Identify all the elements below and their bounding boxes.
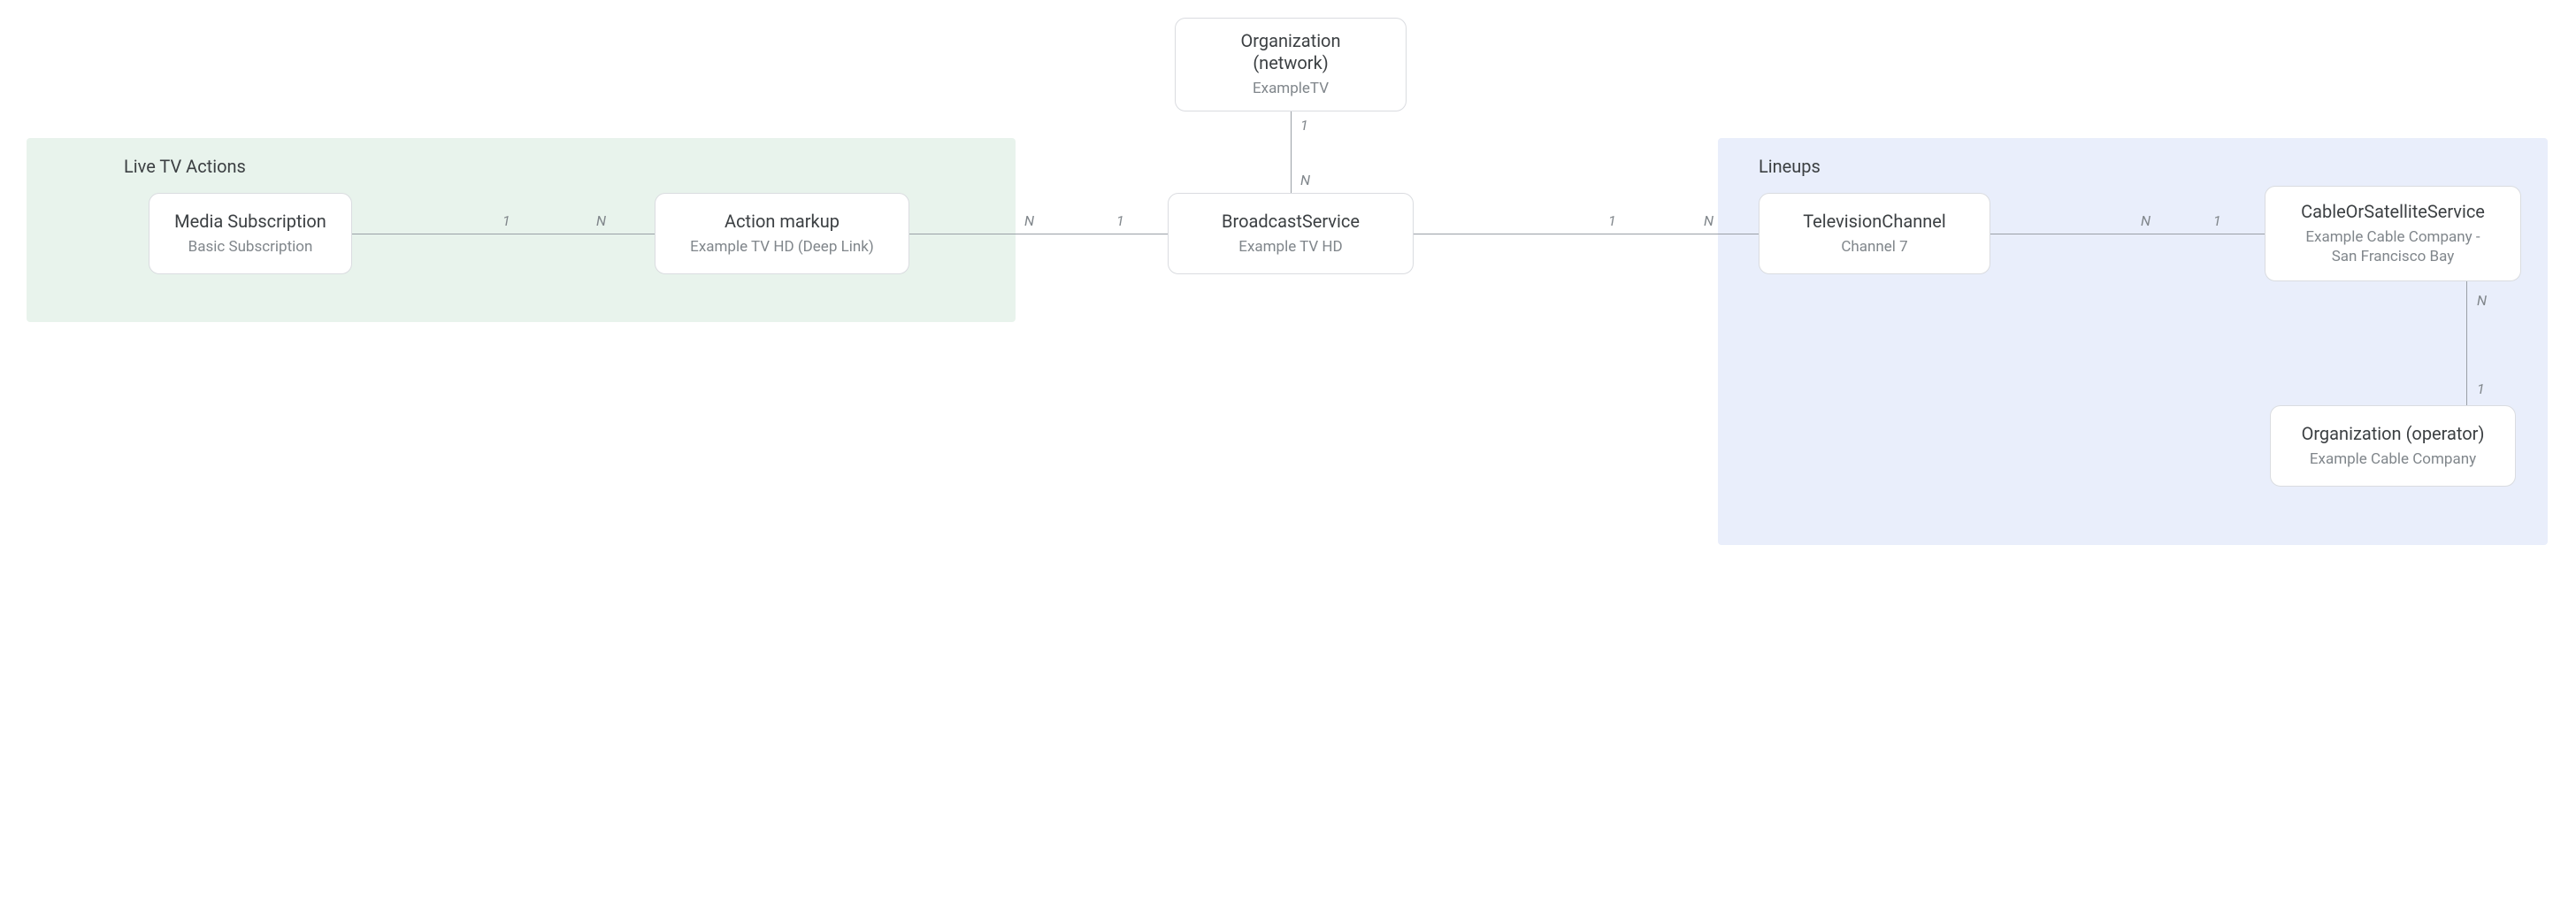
group-label-live-tv-actions: Live TV Actions — [124, 156, 246, 177]
node-subtitle: Basic Subscription — [188, 238, 313, 257]
node-cable-or-satellite-service: CableOrSatelliteService Example Cable Co… — [2265, 186, 2521, 281]
node-title: Organization (operator) — [2302, 423, 2485, 445]
cardinality-label: N — [1704, 212, 1714, 229]
edge-org-to-broadcast — [1291, 111, 1292, 193]
cardinality-label: 1 — [2213, 212, 2221, 229]
node-subtitle: ExampleTV — [1253, 80, 1329, 98]
node-subtitle: Example TV HD (Deep Link) — [690, 238, 874, 257]
edge-cable-to-operator — [2466, 281, 2467, 405]
node-title: TelevisionChannel — [1803, 211, 1946, 233]
cardinality-label: N — [2141, 212, 2150, 229]
node-subtitle: Example Cable Company — [2310, 450, 2476, 469]
node-organization-operator: Organization (operator) Example Cable Co… — [2270, 405, 2516, 487]
node-title: CableOrSatelliteService — [2301, 201, 2485, 223]
cardinality-label: N — [596, 212, 606, 229]
cardinality-label: 1 — [1116, 212, 1124, 229]
node-title: Action markup — [724, 211, 840, 233]
node-title: Organization (network) — [1240, 30, 1340, 74]
cardinality-label: 1 — [2477, 380, 2485, 397]
diagram-canvas: Live TV Actions Lineups Organization (ne… — [0, 0, 2576, 906]
cardinality-label: 1 — [1300, 117, 1308, 134]
node-title: BroadcastService — [1222, 211, 1360, 233]
node-title: Media Subscription — [174, 211, 326, 233]
node-media-subscription: Media Subscription Basic Subscription — [149, 193, 352, 274]
node-subtitle: Example TV HD — [1238, 238, 1342, 257]
node-broadcast-service: BroadcastService Example TV HD — [1168, 193, 1414, 274]
cardinality-label: 1 — [1608, 212, 1616, 229]
node-organization-network: Organization (network) ExampleTV — [1175, 18, 1407, 111]
group-label-lineups: Lineups — [1759, 156, 1821, 177]
cardinality-label: 1 — [502, 212, 510, 229]
cardinality-label: N — [1300, 172, 1310, 188]
node-subtitle: Channel 7 — [1841, 238, 1907, 257]
node-subtitle: Example Cable Company - San Francisco Ba… — [2305, 228, 2480, 266]
cardinality-label: N — [1024, 212, 1034, 229]
node-television-channel: TelevisionChannel Channel 7 — [1759, 193, 1990, 274]
cardinality-label: N — [2477, 292, 2487, 309]
node-action-markup: Action markup Example TV HD (Deep Link) — [655, 193, 909, 274]
